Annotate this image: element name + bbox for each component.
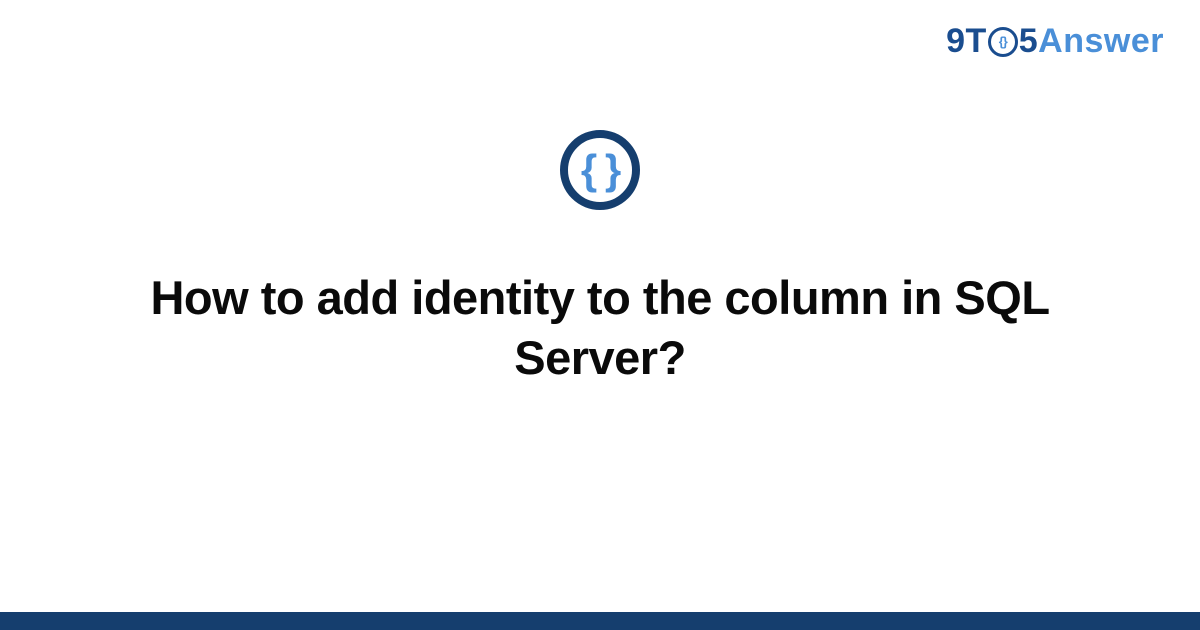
code-braces-icon: { } <box>560 130 640 210</box>
braces-glyph: { } <box>581 146 619 194</box>
logo-circle-icon: {} <box>988 27 1018 57</box>
main-content: { } How to add identity to the column in… <box>0 130 1200 388</box>
logo-text-5: 5 <box>1019 22 1038 61</box>
logo-inner-braces: {} <box>999 34 1007 49</box>
question-title: How to add identity to the column in SQL… <box>140 268 1060 388</box>
logo-text-answer: Answer <box>1038 22 1164 61</box>
site-logo: 9T {} 5 Answer <box>946 22 1164 61</box>
logo-text-9t: 9T <box>946 22 987 61</box>
footer-bar <box>0 612 1200 630</box>
